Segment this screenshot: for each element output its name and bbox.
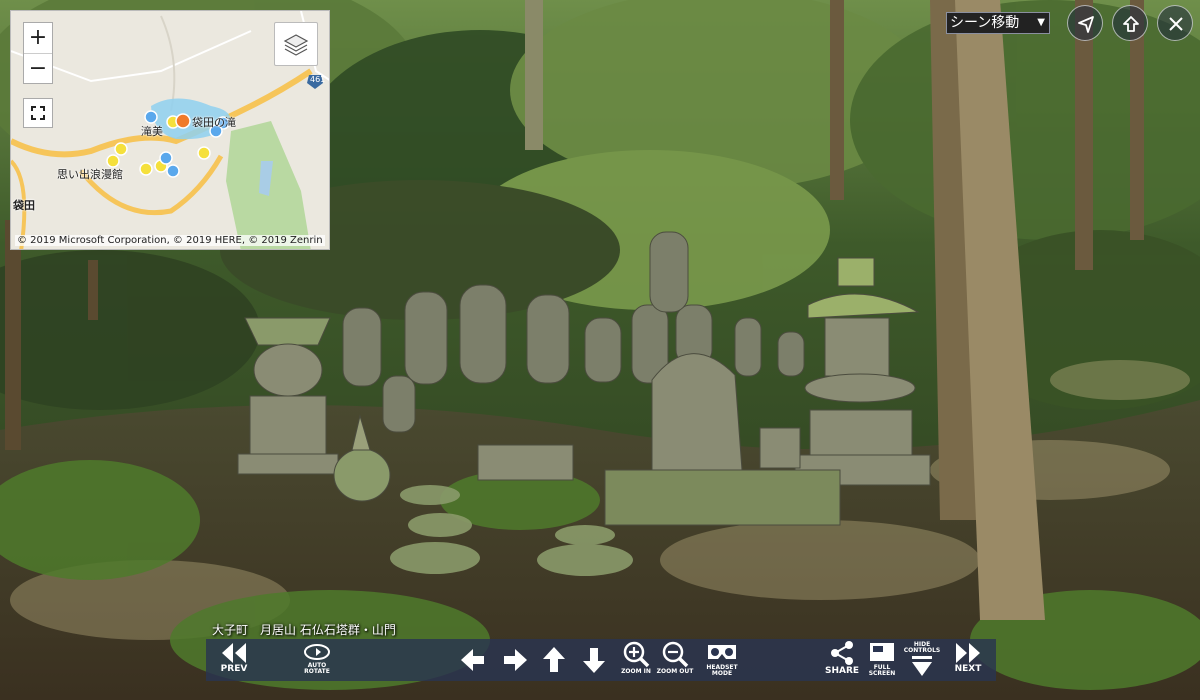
map-marker	[166, 164, 180, 178]
full-screen-label-2: SCREEN	[868, 670, 896, 677]
close-button[interactable]	[1157, 5, 1193, 41]
scene-caption: 大子町 月居山 石仏石塔群・山門	[212, 623, 396, 637]
layers-icon	[283, 34, 309, 56]
zoom-out-button[interactable]: ZOOM OUT	[656, 639, 694, 681]
auto-rotate-button[interactable]: AUTO ROTATE	[294, 639, 340, 681]
route-number: 461	[310, 75, 326, 84]
map-label: 滝美	[141, 125, 163, 138]
map-marker	[144, 110, 158, 124]
pan-down-button[interactable]	[578, 639, 610, 681]
hide-arrow-icon	[912, 656, 932, 676]
fast-forward-icon	[956, 643, 980, 663]
zoom-in-label: ZOOM IN	[621, 668, 651, 675]
arrow-up-icon	[543, 647, 565, 672]
map-marker	[139, 162, 153, 176]
next-label: NEXT	[954, 664, 982, 674]
headset-label-2: MODE	[711, 670, 733, 677]
headset-mode-button[interactable]: HEADSET MODE	[702, 639, 742, 681]
next-button[interactable]: NEXT	[948, 639, 988, 681]
map-label: 袋田	[13, 199, 35, 212]
scene-select-dropdown[interactable]: シーン移動 ▼	[946, 12, 1050, 34]
fullscreen-icon	[31, 106, 45, 120]
navigate-button[interactable]	[1067, 5, 1103, 41]
arrow-down-icon	[583, 648, 605, 673]
map-label: 思い出浪漫館	[57, 168, 123, 181]
map-label: 袋田の滝	[192, 116, 236, 129]
arrow-left-icon	[461, 649, 484, 671]
map-marker	[114, 142, 128, 156]
pan-left-button[interactable]	[456, 639, 488, 681]
upload-icon	[1123, 16, 1139, 32]
share-icon	[831, 641, 853, 665]
control-toolbar: PREV AUTO ROTATE ZOOM IN ZOOM OUT HEADSE…	[206, 639, 996, 681]
share-button[interactable]: SHARE	[822, 639, 862, 681]
prev-button[interactable]: PREV	[214, 639, 254, 681]
mini-map[interactable]: 滝美 袋田の滝 思い出浪漫館 袋田 461 + − © 2019 Microso…	[10, 10, 330, 250]
hide-controls-button[interactable]: HIDE CONTROLS	[902, 639, 942, 681]
scene-select-value: シーン移動	[950, 15, 1020, 31]
map-marker-current	[175, 113, 191, 129]
pan-up-button[interactable]	[538, 639, 570, 681]
map-marker	[159, 151, 173, 165]
rotate-icon	[304, 644, 330, 660]
navigate-icon	[1078, 16, 1094, 33]
full-screen-button[interactable]: FULL SCREEN	[864, 639, 900, 681]
chevron-down-icon: ▼	[1037, 17, 1045, 28]
arrow-right-icon	[504, 649, 527, 671]
zoom-out-label: ZOOM OUT	[656, 668, 694, 675]
map-layers-button[interactable]	[274, 22, 318, 66]
close-icon	[1169, 17, 1183, 31]
prev-label: PREV	[220, 664, 248, 674]
map-zoom-out-button[interactable]: −	[24, 53, 52, 84]
zoom-in-button[interactable]: ZOOM IN	[618, 639, 654, 681]
map-zoom-in-button[interactable]: +	[24, 23, 52, 53]
map-copyright: © 2019 Microsoft Corporation, © 2019 HER…	[15, 235, 325, 246]
fullscreen-icon	[870, 643, 894, 661]
map-marker	[197, 146, 211, 160]
hide-controls-label-2: CONTROLS	[903, 647, 941, 654]
upload-button[interactable]	[1112, 5, 1148, 41]
auto-rotate-label-2: ROTATE	[304, 668, 330, 675]
share-label: SHARE	[824, 666, 860, 676]
rewind-icon	[222, 643, 246, 663]
map-zoom-control: + −	[23, 22, 53, 84]
zoom-in-icon	[623, 641, 650, 668]
pan-right-button[interactable]	[500, 639, 532, 681]
map-fullscreen-button[interactable]	[23, 98, 53, 128]
vr-headset-icon	[708, 645, 736, 659]
zoom-out-icon	[662, 641, 689, 668]
